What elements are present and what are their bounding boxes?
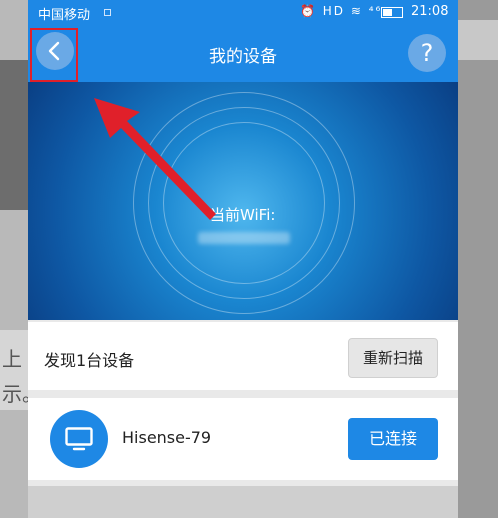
annotation-arrow-icon: [94, 98, 216, 220]
